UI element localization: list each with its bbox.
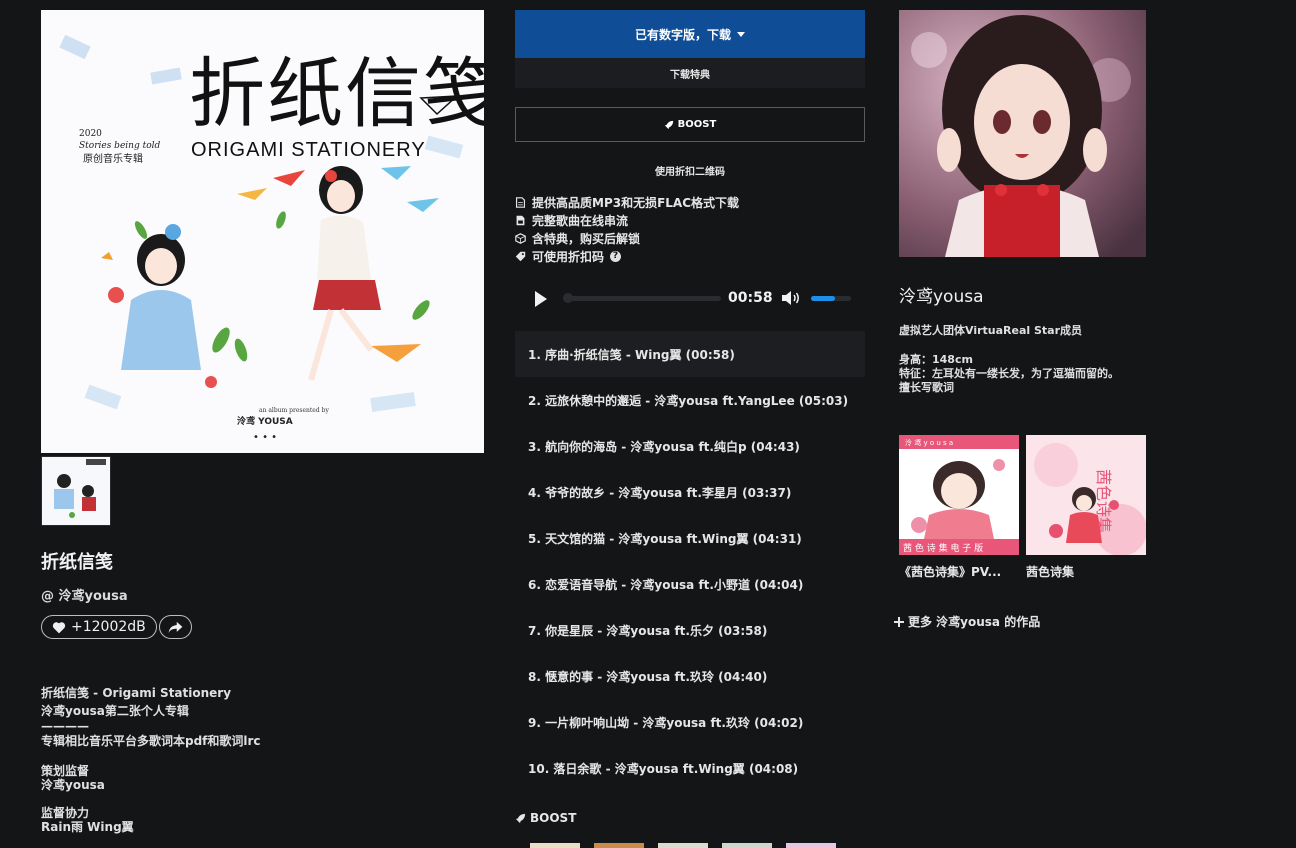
related-release-title[interactable]: 茜色诗集 bbox=[1026, 563, 1146, 580]
feature-item: 提供高品质MP3和无损FLAC格式下载 bbox=[515, 193, 739, 211]
artist-name[interactable]: 泠鸢yousa bbox=[899, 282, 984, 307]
track-item[interactable]: 2. 远旅休憩中的邂逅 - 泠鸢yousa ft.YangLee (05:03) bbox=[515, 377, 865, 423]
description-line: 折纸信笺 - Origami Stationery bbox=[41, 686, 232, 700]
description-line: 专辑相比音乐平台多歌词本pdf和歌词lrc bbox=[41, 734, 261, 748]
volume-level bbox=[811, 296, 835, 301]
file-icon bbox=[515, 196, 526, 208]
seek-bar[interactable] bbox=[563, 296, 721, 301]
track-item[interactable]: 4. 爷爷的故乡 - 泠鸢yousa ft.李星月 (03:37) bbox=[515, 469, 865, 515]
credit-role: 策划监督 bbox=[41, 764, 90, 778]
buy-download-button[interactable]: 已有数字版，下载 bbox=[515, 10, 865, 58]
tracklist: 1. 序曲·折纸信笺 - Wing翼 (00:58) 2. 远旅休憩中的邂逅 -… bbox=[515, 331, 865, 791]
feature-item: 含特典，购买后解锁 bbox=[515, 229, 739, 247]
svg-text:茜 色 诗 集 电 子 版: 茜 色 诗 集 电 子 版 bbox=[903, 542, 983, 554]
feature-list: 提供高品质MP3和无损FLAC格式下载 完整歌曲在线串流 含特典，购买后解锁 可… bbox=[515, 193, 739, 265]
related-release-title[interactable]: 《茜色诗集》PV... bbox=[899, 563, 1019, 580]
like-button[interactable]: +12002dB bbox=[41, 615, 157, 639]
release-cover-art: 泠 鸢 y o u s a 茜 色 诗 集 电 子 版 bbox=[899, 435, 1019, 555]
package-icon bbox=[515, 232, 526, 244]
like-count: +12002dB bbox=[71, 619, 146, 635]
audio-player: 00:58 bbox=[515, 284, 865, 314]
seek-handle[interactable] bbox=[563, 293, 573, 303]
help-icon[interactable]: ? bbox=[610, 250, 622, 262]
more-works-link[interactable]: 更多 泠鸢yousa 的作品 bbox=[894, 613, 1040, 630]
buy-button-label: 已有数字版，下载 bbox=[634, 27, 731, 42]
cover-artist-mark: 泠鸢 YOUSA bbox=[237, 415, 293, 427]
artist-photo[interactable] bbox=[899, 10, 1146, 257]
track-item[interactable]: 9. 一片柳叶响山坳 - 泠鸢yousa ft.玖玲 (04:02) bbox=[515, 699, 865, 745]
caret-down-icon bbox=[737, 31, 745, 37]
album-cover-art: 折纸信笺 ORIGAMI STATIONERY 2020 Stories bei… bbox=[41, 10, 484, 453]
volume-icon[interactable] bbox=[781, 290, 801, 306]
cover-title-cn: 折纸信笺 bbox=[189, 52, 484, 137]
album-title: 折纸信笺 bbox=[41, 552, 113, 573]
feature-item: 可使用折扣码 ? bbox=[515, 247, 739, 265]
rocket-icon bbox=[515, 813, 526, 823]
share-button[interactable] bbox=[159, 615, 192, 639]
boost-button-label: BOOST bbox=[677, 119, 717, 130]
booster-avatars bbox=[530, 843, 836, 848]
tag-icon bbox=[515, 251, 526, 261]
cover-presented: an album presented by bbox=[259, 407, 329, 414]
svg-text:泠 鸢 y o u s a: 泠 鸢 y o u s a bbox=[905, 438, 953, 447]
rocket-icon bbox=[664, 120, 673, 129]
track-item[interactable]: 1. 序曲·折纸信笺 - Wing翼 (00:58) bbox=[515, 331, 865, 377]
booster-avatar[interactable] bbox=[722, 843, 772, 848]
track-item[interactable]: 5. 天文馆的猫 - 泠鸢yousa ft.Wing翼 (04:31) bbox=[515, 515, 865, 561]
plus-icon bbox=[894, 616, 904, 627]
related-release-cover[interactable]: 茜色诗集 bbox=[1026, 435, 1146, 555]
play-icon[interactable] bbox=[534, 290, 548, 308]
track-item[interactable]: 8. 惬意的事 - 泠鸢yousa ft.玖玲 (04:40) bbox=[515, 653, 865, 699]
heart-icon bbox=[52, 621, 66, 633]
track-item[interactable]: 7. 你是星辰 - 泠鸢yousa ft.乐夕 (03:58) bbox=[515, 607, 865, 653]
thumbnail-art bbox=[42, 457, 110, 525]
discount-code-link[interactable]: 使用折扣二维码 bbox=[515, 163, 865, 178]
share-icon bbox=[168, 621, 183, 633]
album-description: 折纸信笺 - Origami Stationery 泠鸢yousa第二张个人专辑… bbox=[41, 684, 341, 834]
credit-names: 泠鸢yousa bbox=[41, 778, 105, 792]
artist-portrait bbox=[899, 10, 1146, 257]
track-item[interactable]: 6. 恋爱语音导航 - 泠鸢yousa ft.小野道 (04:04) bbox=[515, 561, 865, 607]
booster-avatar[interactable] bbox=[786, 843, 836, 848]
boost-button[interactable]: BOOST bbox=[515, 107, 865, 142]
track-item[interactable]: 3. 航向你的海岛 - 泠鸢yousa ft.纯白p (04:43) bbox=[515, 423, 865, 469]
release-cover-art: 茜色诗集 bbox=[1026, 435, 1146, 555]
album-cover-thumbnail[interactable] bbox=[41, 456, 111, 526]
track-item[interactable]: 10. 落日余歌 - 泠鸢yousa ft.Wing翼 (04:08) bbox=[515, 745, 865, 791]
cover-year: 2020 bbox=[79, 129, 102, 139]
cover-title-en: ORIGAMI STATIONERY bbox=[191, 139, 426, 161]
credit-names: Rain雨 Wing翼 bbox=[41, 820, 134, 834]
svg-text:• • •: • • • bbox=[253, 432, 277, 443]
boost-section-heading: BOOST bbox=[515, 811, 576, 825]
album-artist-link[interactable]: @ 泠鸢yousa bbox=[41, 585, 128, 604]
album-cover[interactable]: 折纸信笺 ORIGAMI STATIONERY 2020 Stories bei… bbox=[41, 10, 484, 453]
description-line: ———— bbox=[41, 719, 89, 733]
feature-item: 完整歌曲在线串流 bbox=[515, 211, 739, 229]
related-release-cover[interactable]: 泠 鸢 y o u s a 茜 色 诗 集 电 子 版 bbox=[899, 435, 1019, 555]
booster-avatar[interactable] bbox=[658, 843, 708, 848]
description-line: 泠鸢yousa第二张个人专辑 bbox=[41, 704, 189, 718]
booster-avatar[interactable] bbox=[530, 843, 580, 848]
cover-tagline: Stories being told bbox=[79, 141, 160, 151]
booster-avatar[interactable] bbox=[594, 843, 644, 848]
cover-subtitle: 原创音乐专辑 bbox=[83, 152, 143, 165]
artist-bio: 虚拟艺人团体VirtuaReal Star成员 身高：148cm 特征：左耳处有… bbox=[899, 324, 1119, 394]
stream-icon bbox=[516, 215, 525, 225]
credit-role: 监督协力 bbox=[41, 806, 90, 820]
download-bonus-button[interactable]: 下载特典 bbox=[515, 58, 865, 88]
current-time: 00:58 bbox=[728, 290, 773, 306]
